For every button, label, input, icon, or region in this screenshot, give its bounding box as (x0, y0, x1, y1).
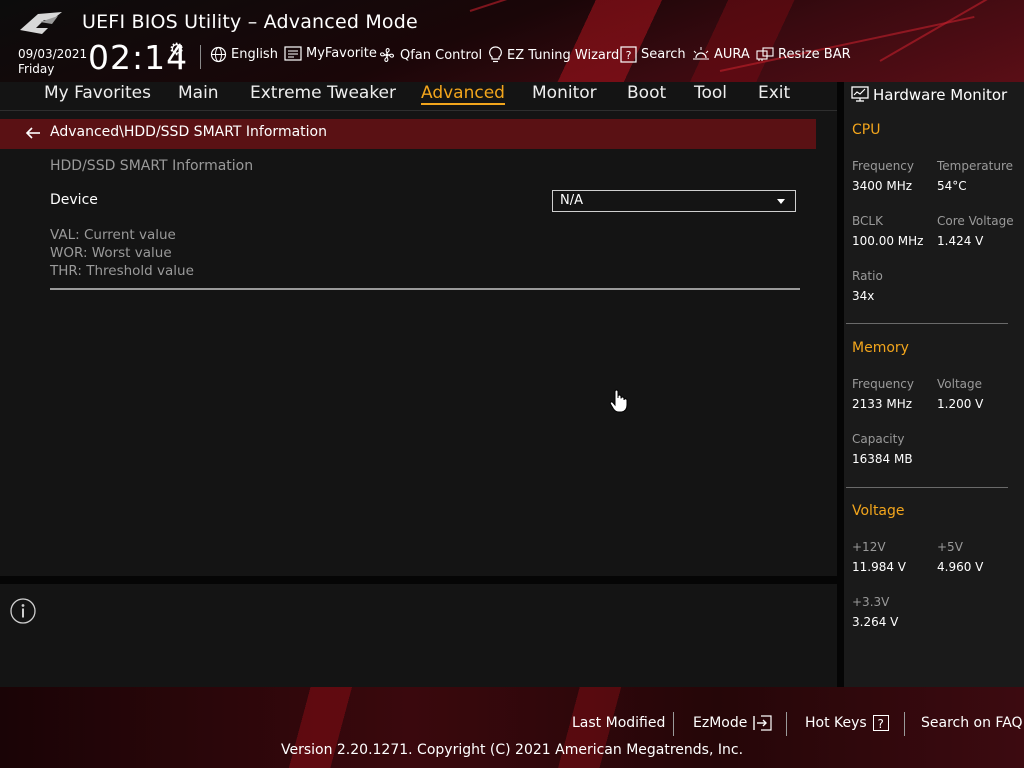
memory-frequency-value: 2133 MHz (852, 397, 913, 411)
date-text: 09/03/2021 (18, 47, 88, 61)
core-voltage-value: 1.424 V (937, 234, 984, 248)
resize-bar-button[interactable]: Resize BAR (756, 46, 851, 62)
capacity-label: Capacity (852, 432, 905, 446)
back-arrow-icon[interactable] (24, 124, 42, 142)
section-title: HDD/SSD SMART Information (50, 158, 254, 174)
search-faq-button[interactable]: Search on FAQ (921, 715, 1023, 731)
cpu-temperature-value: 54°C (937, 179, 967, 193)
legend-current: VAL: Current value (50, 227, 176, 243)
last-modified-button[interactable]: Last Modified (572, 715, 665, 731)
breadcrumb: Advanced\HDD/SSD SMART Information (50, 124, 327, 140)
resize-bar-icon (756, 47, 774, 61)
legend-threshold: THR: Threshold value (50, 263, 194, 279)
tab-tool[interactable]: Tool (694, 83, 727, 103)
panel-divider (837, 82, 844, 687)
tab-extreme-tweaker[interactable]: Extreme Tweaker (250, 83, 396, 103)
rog-logo (20, 12, 62, 34)
search-button[interactable]: ? Search (620, 46, 686, 63)
ezmode-button[interactable]: EzMode (693, 715, 773, 731)
app-title: UEFI BIOS Utility – Advanced Mode (82, 11, 418, 33)
tab-my-favorites[interactable]: My Favorites (44, 83, 151, 103)
favorite-list-icon (284, 46, 302, 61)
hot-keys-button[interactable]: Hot Keys ? (805, 715, 889, 731)
language-label: English (231, 47, 278, 62)
monitor-icon (851, 86, 869, 102)
globe-icon (210, 46, 227, 63)
hw-divider (846, 323, 1008, 324)
section-divider (50, 288, 800, 290)
fan-icon (380, 48, 394, 62)
ratio-label: Ratio (852, 269, 883, 283)
ez-tuning-wizard-button[interactable]: EZ Tuning Wizard (488, 46, 619, 64)
v5-value: 4.960 V (937, 560, 984, 574)
v5-label: +5V (937, 540, 963, 554)
day-text: Friday (18, 62, 55, 76)
legend-worst: WOR: Worst value (50, 245, 172, 261)
v33-label: +3.3V (852, 595, 890, 609)
qfan-label: Qfan Control (400, 47, 483, 63)
hand-cursor-icon (609, 389, 628, 413)
memory-heading: Memory (852, 340, 909, 356)
device-label: Device (50, 192, 98, 208)
ez-tuning-label: EZ Tuning Wizard (507, 47, 620, 63)
copyright-text: Version 2.20.1271. Copyright (C) 2021 Am… (280, 742, 744, 758)
cpu-frequency-value: 3400 MHz (852, 179, 913, 193)
tab-advanced[interactable]: Advanced (421, 83, 505, 105)
cpu-heading: CPU (852, 122, 881, 138)
bclk-label: BCLK (852, 214, 883, 228)
question-box-icon: ? (620, 46, 637, 63)
v12-label: +12V (852, 540, 886, 554)
cpu-frequency-label: Frequency (852, 159, 914, 173)
device-select-value: N/A (560, 193, 583, 208)
exit-arrow-icon (753, 715, 772, 731)
memory-voltage-value: 1.200 V (937, 397, 984, 411)
aura-light-icon (693, 47, 709, 60)
header-divider (200, 45, 201, 69)
svg-text:?: ? (626, 49, 632, 62)
help-separator (0, 576, 837, 584)
myfavorite-label: MyFavorite (306, 46, 377, 61)
tab-boot[interactable]: Boot (627, 83, 666, 103)
voltage-heading: Voltage (852, 503, 905, 519)
date-display: 09/03/2021 Friday (18, 47, 87, 77)
qfan-control-button[interactable]: Qfan Control (378, 46, 482, 64)
footer-divider (673, 712, 674, 736)
memory-voltage-label: Voltage (937, 377, 983, 391)
memory-frequency-label: Frequency (852, 377, 914, 391)
aura-button[interactable]: AURA (692, 46, 750, 62)
gear-icon[interactable]: ⚙ (169, 40, 184, 60)
footer-divider (786, 712, 787, 736)
last-modified-label: Last Modified (572, 715, 666, 731)
core-voltage-label: Core Voltage (937, 214, 1014, 228)
hw-divider (846, 487, 1008, 488)
ezmode-label: EzMode (693, 715, 748, 731)
question-box-icon: ? (872, 715, 889, 731)
info-icon (10, 598, 36, 624)
language-button[interactable]: English (210, 46, 278, 63)
device-select[interactable]: N/A (552, 190, 796, 212)
lightbulb-icon (489, 46, 502, 63)
myfavorite-button[interactable]: MyFavorite (284, 46, 377, 61)
tab-exit[interactable]: Exit (758, 83, 790, 103)
cpu-temperature-label: Temperature (937, 159, 1014, 173)
v33-value: 3.264 V (852, 615, 899, 629)
v12-value: 11.984 V (852, 560, 907, 574)
aura-label: AURA (714, 46, 750, 62)
capacity-value: 16384 MB (852, 452, 913, 466)
tab-main[interactable]: Main (178, 83, 219, 103)
bclk-value: 100.00 MHz (852, 234, 924, 248)
hot-keys-label: Hot Keys (805, 715, 867, 731)
ratio-value: 34x (852, 289, 875, 303)
tab-monitor[interactable]: Monitor (532, 83, 597, 103)
search-label: Search (641, 47, 686, 62)
chevron-down-icon (777, 199, 785, 204)
hardware-monitor-title: Hardware Monitor (873, 86, 1008, 104)
search-faq-label: Search on FAQ (921, 715, 1023, 731)
footer-divider (904, 712, 905, 736)
resize-bar-label: Resize BAR (778, 46, 851, 62)
